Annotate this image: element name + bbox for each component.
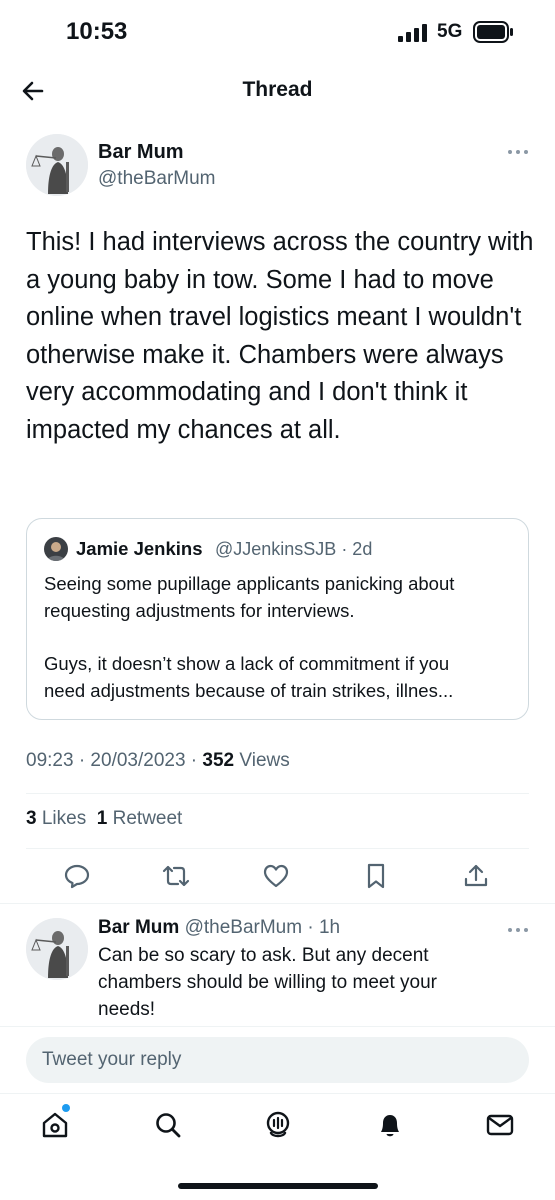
quoted-text-line: requesting adjustments for interviews. bbox=[44, 600, 355, 621]
quoted-text-line: Guys, it doesn’t show a lack of commitme… bbox=[44, 653, 450, 674]
divider bbox=[26, 793, 529, 794]
divider bbox=[26, 848, 529, 849]
home-indicator bbox=[178, 1183, 378, 1189]
reply-author-avatar[interactable] bbox=[26, 918, 88, 980]
more-options-icon[interactable] bbox=[505, 925, 531, 935]
author-name[interactable]: Bar Mum bbox=[98, 141, 184, 164]
network-type: 5G bbox=[437, 21, 463, 42]
reply-text-line: needs! bbox=[98, 999, 156, 1020]
reply-text-line: Can be so scary to ask. But any decent bbox=[98, 945, 429, 966]
engagement-stats: 3 Likes 1 Retweet bbox=[26, 808, 182, 830]
bookmark-icon[interactable] bbox=[362, 862, 390, 890]
views-count[interactable]: 352 bbox=[202, 750, 234, 771]
author-handle[interactable]: @theBarMum bbox=[98, 168, 216, 190]
quoted-text-line: Seeing some pupillage applicants panicki… bbox=[44, 573, 455, 594]
like-icon[interactable] bbox=[262, 862, 290, 890]
back-arrow-icon[interactable] bbox=[16, 74, 50, 108]
reply-icon[interactable] bbox=[63, 862, 91, 890]
notifications-icon[interactable] bbox=[375, 1110, 405, 1140]
quoted-tweet[interactable]: Jamie Jenkins @JJenkinsSJB · 2d Seeing s… bbox=[26, 518, 529, 720]
quoted-author-name: Jamie Jenkins bbox=[76, 538, 203, 559]
author-avatar[interactable] bbox=[26, 134, 88, 196]
quoted-author-handle: @JJenkinsSJB · 2d bbox=[215, 539, 373, 559]
reply-input[interactable] bbox=[26, 1037, 529, 1083]
status-bar: 10:53 5G bbox=[0, 0, 555, 64]
likes-label[interactable]: Likes bbox=[37, 808, 86, 829]
tweet-text: This! I had interviews across the countr… bbox=[26, 228, 534, 444]
quoted-text-line: need adjustments because of train strike… bbox=[44, 680, 454, 701]
thread-header: Thread bbox=[0, 64, 555, 118]
reply-author-name[interactable]: Bar Mum bbox=[98, 917, 179, 938]
status-time: 10:53 bbox=[66, 18, 128, 45]
retweets-label[interactable]: Retweet bbox=[107, 808, 183, 829]
search-icon[interactable] bbox=[153, 1110, 183, 1140]
signal-strength-icon bbox=[398, 24, 427, 42]
divider bbox=[0, 903, 555, 904]
share-icon[interactable] bbox=[462, 862, 490, 890]
page-title: Thread bbox=[242, 78, 313, 101]
messages-icon[interactable] bbox=[485, 1110, 515, 1140]
reply-text-line: chambers should be willing to meet your bbox=[98, 972, 438, 993]
home-icon[interactable] bbox=[40, 1110, 70, 1140]
tweet-meta: 09:23 · 20/03/2023 · 352 Views bbox=[26, 750, 290, 772]
battery-icon bbox=[473, 21, 513, 43]
reply-author-meta: @theBarMum · 1h bbox=[179, 917, 341, 938]
tweet-timestamp: 09:23 · 20/03/2023 · bbox=[26, 750, 203, 771]
notification-dot bbox=[62, 1104, 70, 1112]
views-label[interactable]: Views bbox=[234, 750, 289, 771]
reply-header: Bar Mum @theBarMum · 1h bbox=[98, 917, 340, 939]
retweet-icon[interactable] bbox=[162, 862, 190, 890]
more-options-icon[interactable] bbox=[505, 147, 531, 157]
quoted-author-avatar bbox=[44, 537, 68, 561]
spaces-icon[interactable] bbox=[263, 1110, 293, 1140]
likes-count[interactable]: 3 bbox=[26, 808, 37, 829]
retweets-count[interactable]: 1 bbox=[97, 808, 108, 829]
reply-composer bbox=[0, 1026, 555, 1092]
